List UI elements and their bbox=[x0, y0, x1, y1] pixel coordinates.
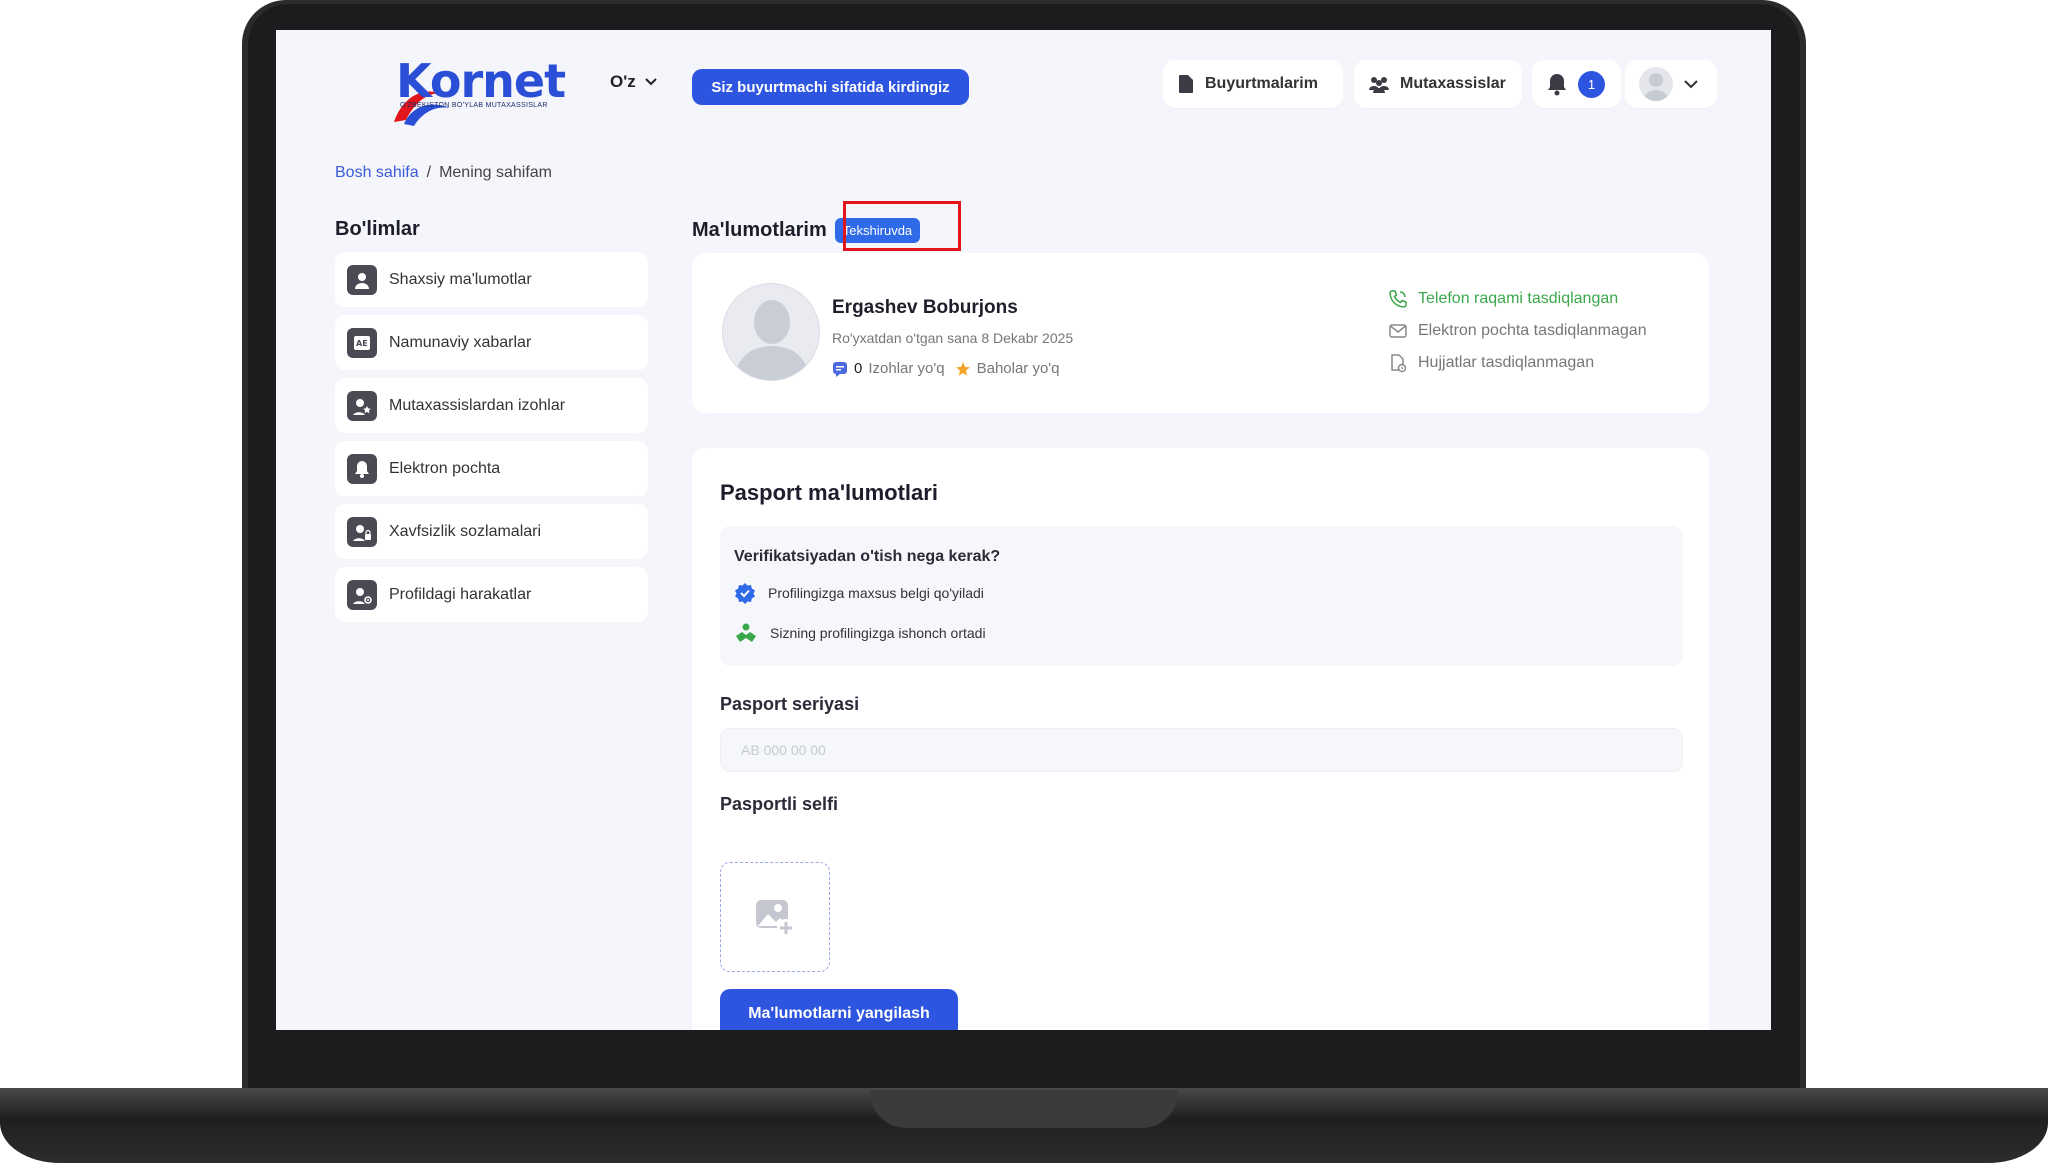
person-gear-icon bbox=[347, 579, 377, 610]
benefit-label: Sizning profilingizga ishonch ortadi bbox=[770, 625, 986, 641]
sidebar-item-security[interactable]: Xavfsizlik sozlamalari bbox=[335, 504, 648, 559]
experts-button[interactable]: Mutaxassislar bbox=[1354, 60, 1522, 108]
reviews-label: Izohlar yo'q bbox=[868, 360, 945, 377]
person-lock-icon bbox=[347, 516, 377, 547]
phone-icon bbox=[1389, 290, 1407, 308]
sidebar-item-label: Profildagi harakatlar bbox=[389, 585, 532, 603]
sidebar-item-label: Mutaxassislardan izohlar bbox=[389, 396, 566, 414]
profile-name: Ergashev Boburjons bbox=[832, 297, 1018, 318]
registration-date: Ro'yxatdan o'tgan sana 8 Dekabr 2025 bbox=[832, 330, 1074, 346]
sidebar-title: Bo'limlar bbox=[335, 218, 420, 240]
sidebar-item-profile-actions[interactable]: Profildagi harakatlar bbox=[335, 567, 648, 622]
add-image-icon bbox=[756, 900, 795, 937]
breadcrumb: Bosh sahifa / Mening sahifam bbox=[335, 164, 552, 182]
handshake-icon bbox=[736, 623, 756, 642]
browser-viewport: Kornet O'ZBEKISTON BO'YLAB MUTAXASSISLAR… bbox=[276, 30, 1771, 1030]
star-icon bbox=[955, 361, 970, 376]
language-label: O'z bbox=[610, 72, 636, 91]
email-verification-label: Elektron pochta tasdiqlanmagan bbox=[1418, 322, 1647, 339]
top-header: Kornet O'ZBEKISTON BO'YLAB MUTAXASSISLAR… bbox=[276, 30, 1771, 140]
passport-section-title: Pasport ma'lumotlari bbox=[720, 480, 938, 505]
verification-benefits-box: Verifikatsiyadan o'tish nega kerak? Prof… bbox=[720, 526, 1683, 666]
sidebar-item-message-templates[interactable]: AE Namunaviy xabarlar bbox=[335, 315, 648, 370]
laptop-mockup: Kornet O'ZBEKISTON BO'YLAB MUTAXASSISLAR… bbox=[0, 0, 2048, 1163]
bell-icon bbox=[1548, 74, 1566, 96]
profile-stats: 0 Izohlar yo'q Baholar yo'q bbox=[832, 360, 1060, 377]
page-title-text: Ma'lumotlarim bbox=[692, 219, 827, 241]
sidebar-item-label: Xavfsizlik sozlamalari bbox=[389, 522, 542, 540]
laptop-opening-notch bbox=[870, 1090, 1178, 1128]
breadcrumb-current: Mening sahifam bbox=[439, 164, 553, 181]
passport-card: Pasport ma'lumotlari Verifikatsiyadan o'… bbox=[692, 448, 1709, 1030]
ratings-label: Baholar yo'q bbox=[976, 360, 1060, 377]
file-icon bbox=[1179, 75, 1193, 93]
profile-card: Ergashev Boburjons Ro'yxatdan o'tgan san… bbox=[692, 253, 1709, 413]
benefit-item: Sizning profilingizga ishonch ortadi bbox=[734, 622, 986, 644]
people-icon bbox=[1369, 77, 1389, 93]
benefit-item: Profilingizga maxsus belgi qo'yiladi bbox=[734, 582, 984, 604]
documents-verification-label: Hujjatlar tasdiqlanmagan bbox=[1418, 354, 1595, 371]
message-template-icon: AE bbox=[347, 327, 377, 358]
my-orders-label: Buyurtmalarim bbox=[1205, 75, 1318, 92]
verified-badge-icon bbox=[735, 583, 755, 604]
chevron-down-icon bbox=[1684, 80, 1698, 89]
chevron-down-icon bbox=[645, 78, 657, 86]
mail-icon bbox=[1389, 324, 1407, 338]
person-icon bbox=[347, 264, 377, 295]
passport-series-input[interactable] bbox=[720, 728, 1683, 772]
documents-verification-status: Hujjatlar tasdiqlanmagan bbox=[1388, 353, 1647, 373]
sidebar-item-label: Shaxsiy ma'lumotlar bbox=[389, 270, 532, 288]
selfie-upload-dropzone[interactable] bbox=[720, 862, 830, 972]
passport-selfie-label: Pasportli selfi bbox=[720, 794, 839, 814]
phone-verification-label: Telefon raqami tasdiqlangan bbox=[1418, 290, 1619, 307]
reviews-count: 0 bbox=[854, 360, 863, 377]
svg-text:AE: AE bbox=[356, 339, 368, 348]
sidebar-item-email[interactable]: Elektron pochta bbox=[335, 441, 648, 496]
notifications-button[interactable]: 1 bbox=[1532, 60, 1621, 108]
role-notice-badge: Siz buyurtmachi sifatida kirdingiz bbox=[692, 69, 969, 105]
comment-icon bbox=[833, 361, 847, 377]
avatar bbox=[722, 283, 820, 381]
language-selector[interactable]: O'z bbox=[610, 72, 658, 92]
bell-icon bbox=[347, 453, 377, 484]
notification-count-badge: 1 bbox=[1578, 70, 1605, 98]
update-info-button[interactable]: Ma'lumotlarni yangilash bbox=[720, 989, 958, 1030]
phone-verification-status: Telefon raqami tasdiqlangan bbox=[1388, 289, 1647, 309]
sidebar-menu: Shaxsiy ma'lumotlar AE Namunaviy xabarla… bbox=[335, 252, 648, 622]
sidebar-item-label: Elektron pochta bbox=[389, 459, 501, 477]
sidebar-item-personal-info[interactable]: Shaxsiy ma'lumotlar bbox=[335, 252, 648, 307]
document-icon bbox=[1391, 354, 1407, 373]
sidebar-item-expert-reviews[interactable]: Mutaxassislardan izohlar bbox=[335, 378, 648, 433]
verification-status-list: Telefon raqami tasdiqlangan Elektron poc… bbox=[1388, 289, 1647, 373]
logo-tagline: O'ZBEKISTON BO'YLAB MUTAXASSISLAR bbox=[400, 102, 548, 109]
experts-label: Mutaxassislar bbox=[1400, 75, 1506, 92]
breadcrumb-home-link[interactable]: Bosh sahifa bbox=[335, 164, 419, 182]
avatar bbox=[1639, 67, 1673, 101]
user-menu-button[interactable] bbox=[1625, 60, 1717, 108]
kornet-logo[interactable]: Kornet O'ZBEKISTON BO'YLAB MUTAXASSISLAR bbox=[334, 52, 574, 126]
logo-wordmark: Kornet bbox=[396, 54, 566, 108]
sidebar-item-label: Namunaviy xabarlar bbox=[389, 333, 532, 351]
my-orders-button[interactable]: Buyurtmalarim bbox=[1163, 60, 1343, 108]
passport-series-label: Pasport seriyasi bbox=[720, 694, 860, 714]
benefit-label: Profilingizga maxsus belgi qo'yiladi bbox=[768, 585, 984, 601]
benefits-title: Verifikatsiyadan o'tish nega kerak? bbox=[734, 548, 1001, 565]
person-star-icon bbox=[347, 390, 377, 421]
status-highlight-box bbox=[843, 201, 961, 251]
email-verification-status: Elektron pochta tasdiqlanmagan bbox=[1388, 322, 1647, 340]
breadcrumb-separator: / bbox=[426, 164, 432, 181]
